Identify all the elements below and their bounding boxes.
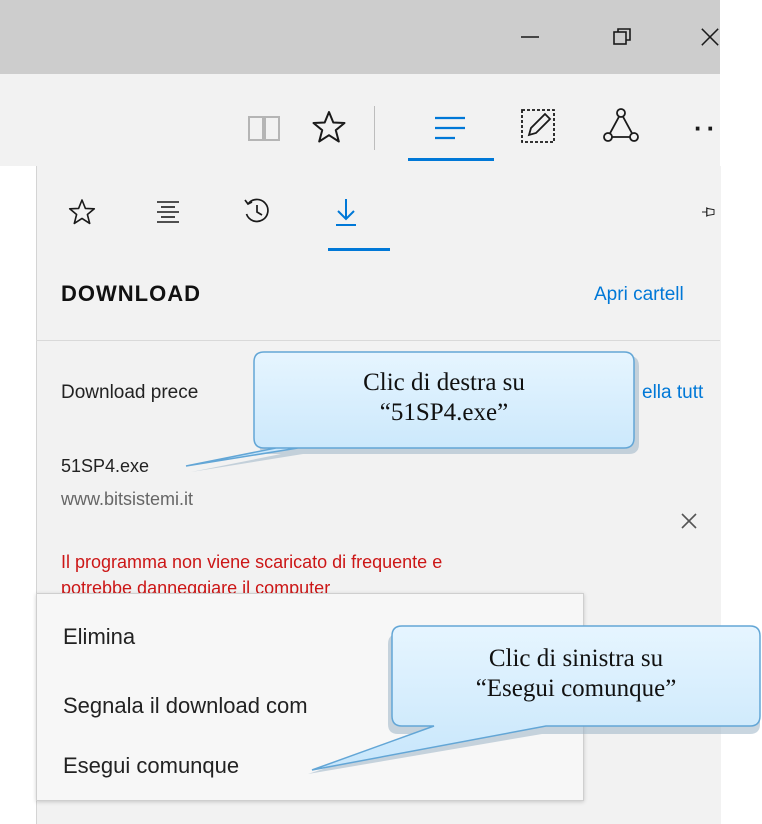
callout-2-line-1: Clic di sinistra su — [488, 645, 664, 672]
callout-2-line-2: “Esegui comunque” — [475, 675, 677, 702]
callout-1-line-1: Clic di destra su — [363, 369, 525, 396]
callout-1-line-2: “51SP4.exe” — [379, 399, 509, 426]
callout-left-click: Clic di sinistra su “Esegui comunque” — [392, 644, 760, 704]
callout-right-click: Clic di destra su “51SP4.exe” — [254, 368, 634, 428]
